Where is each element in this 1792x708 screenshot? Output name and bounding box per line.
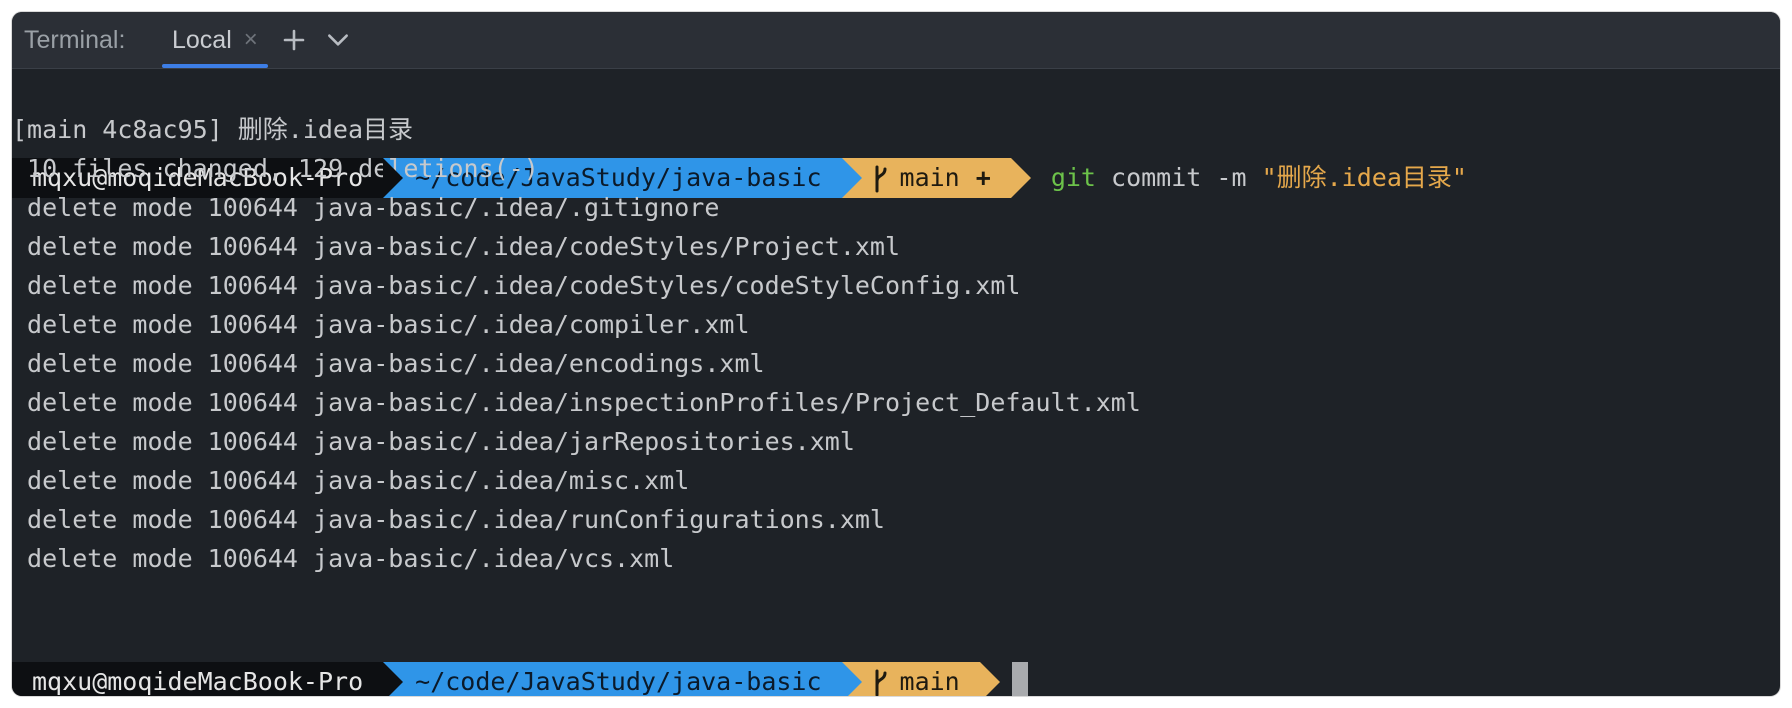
prompt-line: mqxu@moqideMacBook-Pro ~/code/JavaStudy/… (12, 574, 1028, 696)
output-line: delete mode 100644 java-basic/.idea/enco… (12, 349, 765, 378)
output-line: delete mode 100644 java-basic/.idea/comp… (12, 310, 750, 339)
tool-window-title: Terminal: (24, 26, 126, 54)
branch-name: main (899, 667, 960, 696)
terminal-tab-bar: Terminal: Local × (12, 12, 1780, 69)
dirty-indicator: + (975, 163, 991, 192)
prompt-user-segment: mqxu@moqideMacBook-Pro (12, 662, 404, 696)
entered-command: git commit -m "删除.idea目录" (1051, 156, 1467, 200)
close-icon[interactable]: × (244, 28, 258, 52)
terminal-output[interactable]: mqxu@moqideMacBook-Pro ~/code/JavaStudy/… (12, 68, 1780, 696)
command-message: "删除.idea目录" (1261, 163, 1467, 192)
tab-label: Local (172, 25, 232, 54)
output-line: delete mode 100644 java-basic/.idea/jarR… (12, 427, 855, 456)
output-line: delete mode 100644 java-basic/.idea/code… (12, 271, 1021, 300)
git-branch-icon (875, 165, 887, 193)
output-line: delete mode 100644 java-basic/.idea/code… (12, 232, 901, 261)
output-line: delete mode 100644 java-basic/.idea/.git… (12, 193, 720, 222)
tab-menu-button[interactable] (320, 22, 356, 58)
plus-icon (283, 29, 305, 51)
prompt-git-segment: main (841, 662, 1001, 696)
command-args: commit -m (1111, 163, 1247, 192)
text-cursor[interactable] (1011, 662, 1028, 696)
output-line: delete mode 100644 java-basic/.idea/runC… (12, 505, 885, 534)
command-git: git (1050, 163, 1096, 192)
output-line: delete mode 100644 java-basic/.idea/misc… (12, 466, 690, 495)
output-line: 10 files changed, 129 deletions(-) (12, 154, 539, 183)
git-branch-icon (875, 669, 887, 696)
output-line: delete mode 100644 java-basic/.idea/insp… (12, 388, 1141, 417)
output-line: [main 4c8ac95] 删除.idea目录 (12, 115, 414, 144)
tab-local[interactable]: Local × (162, 12, 268, 68)
new-tab-button[interactable] (276, 22, 312, 58)
terminal-window: Terminal: Local × mqxu@moqideMacBook-Pro… (12, 12, 1780, 696)
prompt-path-segment: ~/code/JavaStudy/java-basic (383, 662, 862, 696)
chevron-down-icon (328, 34, 348, 46)
prompt-git-segment: main + (841, 158, 1032, 198)
branch-name: main (899, 163, 960, 192)
